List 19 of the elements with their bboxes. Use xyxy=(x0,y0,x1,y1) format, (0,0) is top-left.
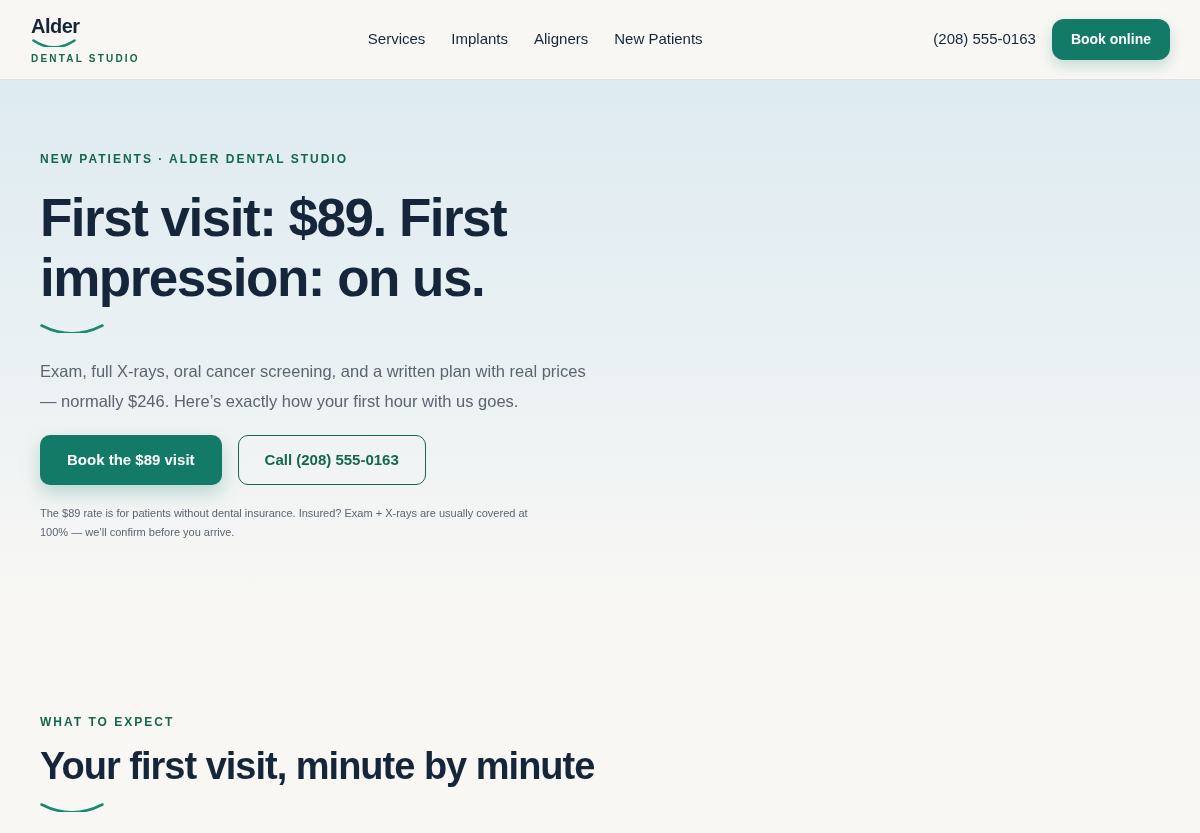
nav-link[interactable]: New Patients xyxy=(614,28,703,51)
accent-curve-icon xyxy=(40,803,104,812)
logo-wordmark: Alder xyxy=(31,14,81,37)
book-online-button[interactable]: Book online xyxy=(1051,19,1170,60)
intro-paragraph: Exam, full X-rays, oral cancer screening, and a written plan with real prices — normally $246. Here’s exactly how your first hour with us goes. xyxy=(40,361,587,412)
accent-curve-icon xyxy=(40,324,104,333)
hero-heading: First visit: $89. First impression: on us. xyxy=(40,188,508,308)
book-visit-button[interactable]: Book the $89 visit xyxy=(40,435,222,485)
nav-link[interactable]: Implants xyxy=(451,28,509,51)
logo-tagline: DENTAL STUDIO xyxy=(31,52,140,65)
logo-curve-icon xyxy=(32,38,76,47)
nav-link[interactable]: Services xyxy=(367,28,426,51)
pricing-note: The $89 rate is for patients without dental insurance. Insured? Exam + X-rays are usually covered at 100% — we’ll confirm before you arrive. xyxy=(40,506,529,540)
section-heading: Your first visit, minute by minute xyxy=(40,744,596,789)
phone-link[interactable]: (208) 555-0163 xyxy=(933,28,1036,51)
call-button[interactable]: Call (208) 555-0163 xyxy=(237,435,426,485)
eyebrow-text: NEW PATIENTS · ALDER DENTAL STUDIO xyxy=(40,152,349,166)
nav-link[interactable]: Aligners xyxy=(534,28,589,51)
eyebrow-text: WHAT TO EXPECT xyxy=(40,715,176,729)
